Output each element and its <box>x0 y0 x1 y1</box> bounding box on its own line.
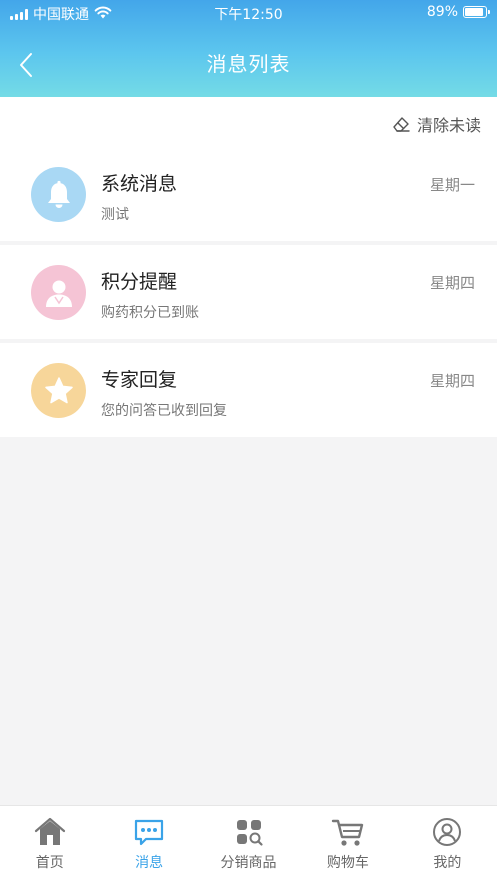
tab-home[interactable]: 首页 <box>0 806 99 883</box>
message-subtitle: 测试 <box>101 207 129 223</box>
message-subtitle: 购药积分已到账 <box>101 305 199 321</box>
message-title: 专家回复 <box>101 369 178 391</box>
status-time: 下午12:50 <box>214 7 283 23</box>
status-right: 89% <box>426 4 490 20</box>
clear-unread-label: 清除未读 <box>416 116 481 135</box>
person-icon <box>45 280 72 307</box>
bell-icon <box>47 180 70 208</box>
message-item-points[interactable]: 积分提醒 购药积分已到账 星期四 <box>0 245 497 339</box>
user-circle-icon <box>430 816 464 848</box>
tab-profile[interactable]: 我的 <box>398 806 497 883</box>
tab-cart[interactable]: 购物车 <box>298 806 397 883</box>
message-item-expert[interactable]: 专家回复 您的问答已收到回复 星期四 <box>0 343 497 437</box>
tab-distribution-goods[interactable]: 分销商品 <box>199 806 298 883</box>
battery-percent: 89% <box>426 4 458 20</box>
tab-label: 消息 <box>135 855 164 871</box>
action-bar: 清除未读 <box>0 97 497 147</box>
status-bar: 中国联通 下午12:50 89% <box>0 0 497 26</box>
home-icon <box>33 816 67 848</box>
tab-messages[interactable]: 消息 <box>99 806 198 883</box>
message-date: 星期四 <box>429 372 475 390</box>
star-icon <box>44 376 73 403</box>
message-date: 星期四 <box>429 274 475 292</box>
apps-search-icon <box>232 816 266 848</box>
message-avatar <box>31 363 86 418</box>
message-date: 星期一 <box>429 176 475 194</box>
message-title: 积分提醒 <box>101 271 178 293</box>
page-title: 消息列表 <box>206 52 291 76</box>
battery-icon <box>463 6 490 18</box>
chat-icon <box>132 816 166 848</box>
tab-label: 我的 <box>433 855 462 871</box>
message-item-system[interactable]: 系统消息 测试 星期一 <box>0 147 497 241</box>
tab-label: 购物车 <box>326 855 369 871</box>
message-avatar <box>31 167 86 222</box>
message-list: 系统消息 测试 星期一 积分提醒 购药积分已到账 星期四 专家回复 您的问答已收… <box>0 147 497 437</box>
message-avatar <box>31 265 86 320</box>
tab-bar: 首页 消息 分销商品 购物车 我的 <box>0 805 497 883</box>
cart-icon <box>331 816 365 848</box>
header: 中国联通 下午12:50 89% 消息列表 <box>0 0 497 97</box>
battery-fill <box>465 8 483 16</box>
clear-unread-button[interactable]: 清除未读 <box>391 112 481 136</box>
eraser-icon <box>393 117 410 132</box>
message-subtitle: 您的问答已收到回复 <box>101 403 227 419</box>
tab-label: 首页 <box>35 855 64 871</box>
tab-label: 分销商品 <box>220 855 277 871</box>
message-title: 系统消息 <box>101 173 178 195</box>
